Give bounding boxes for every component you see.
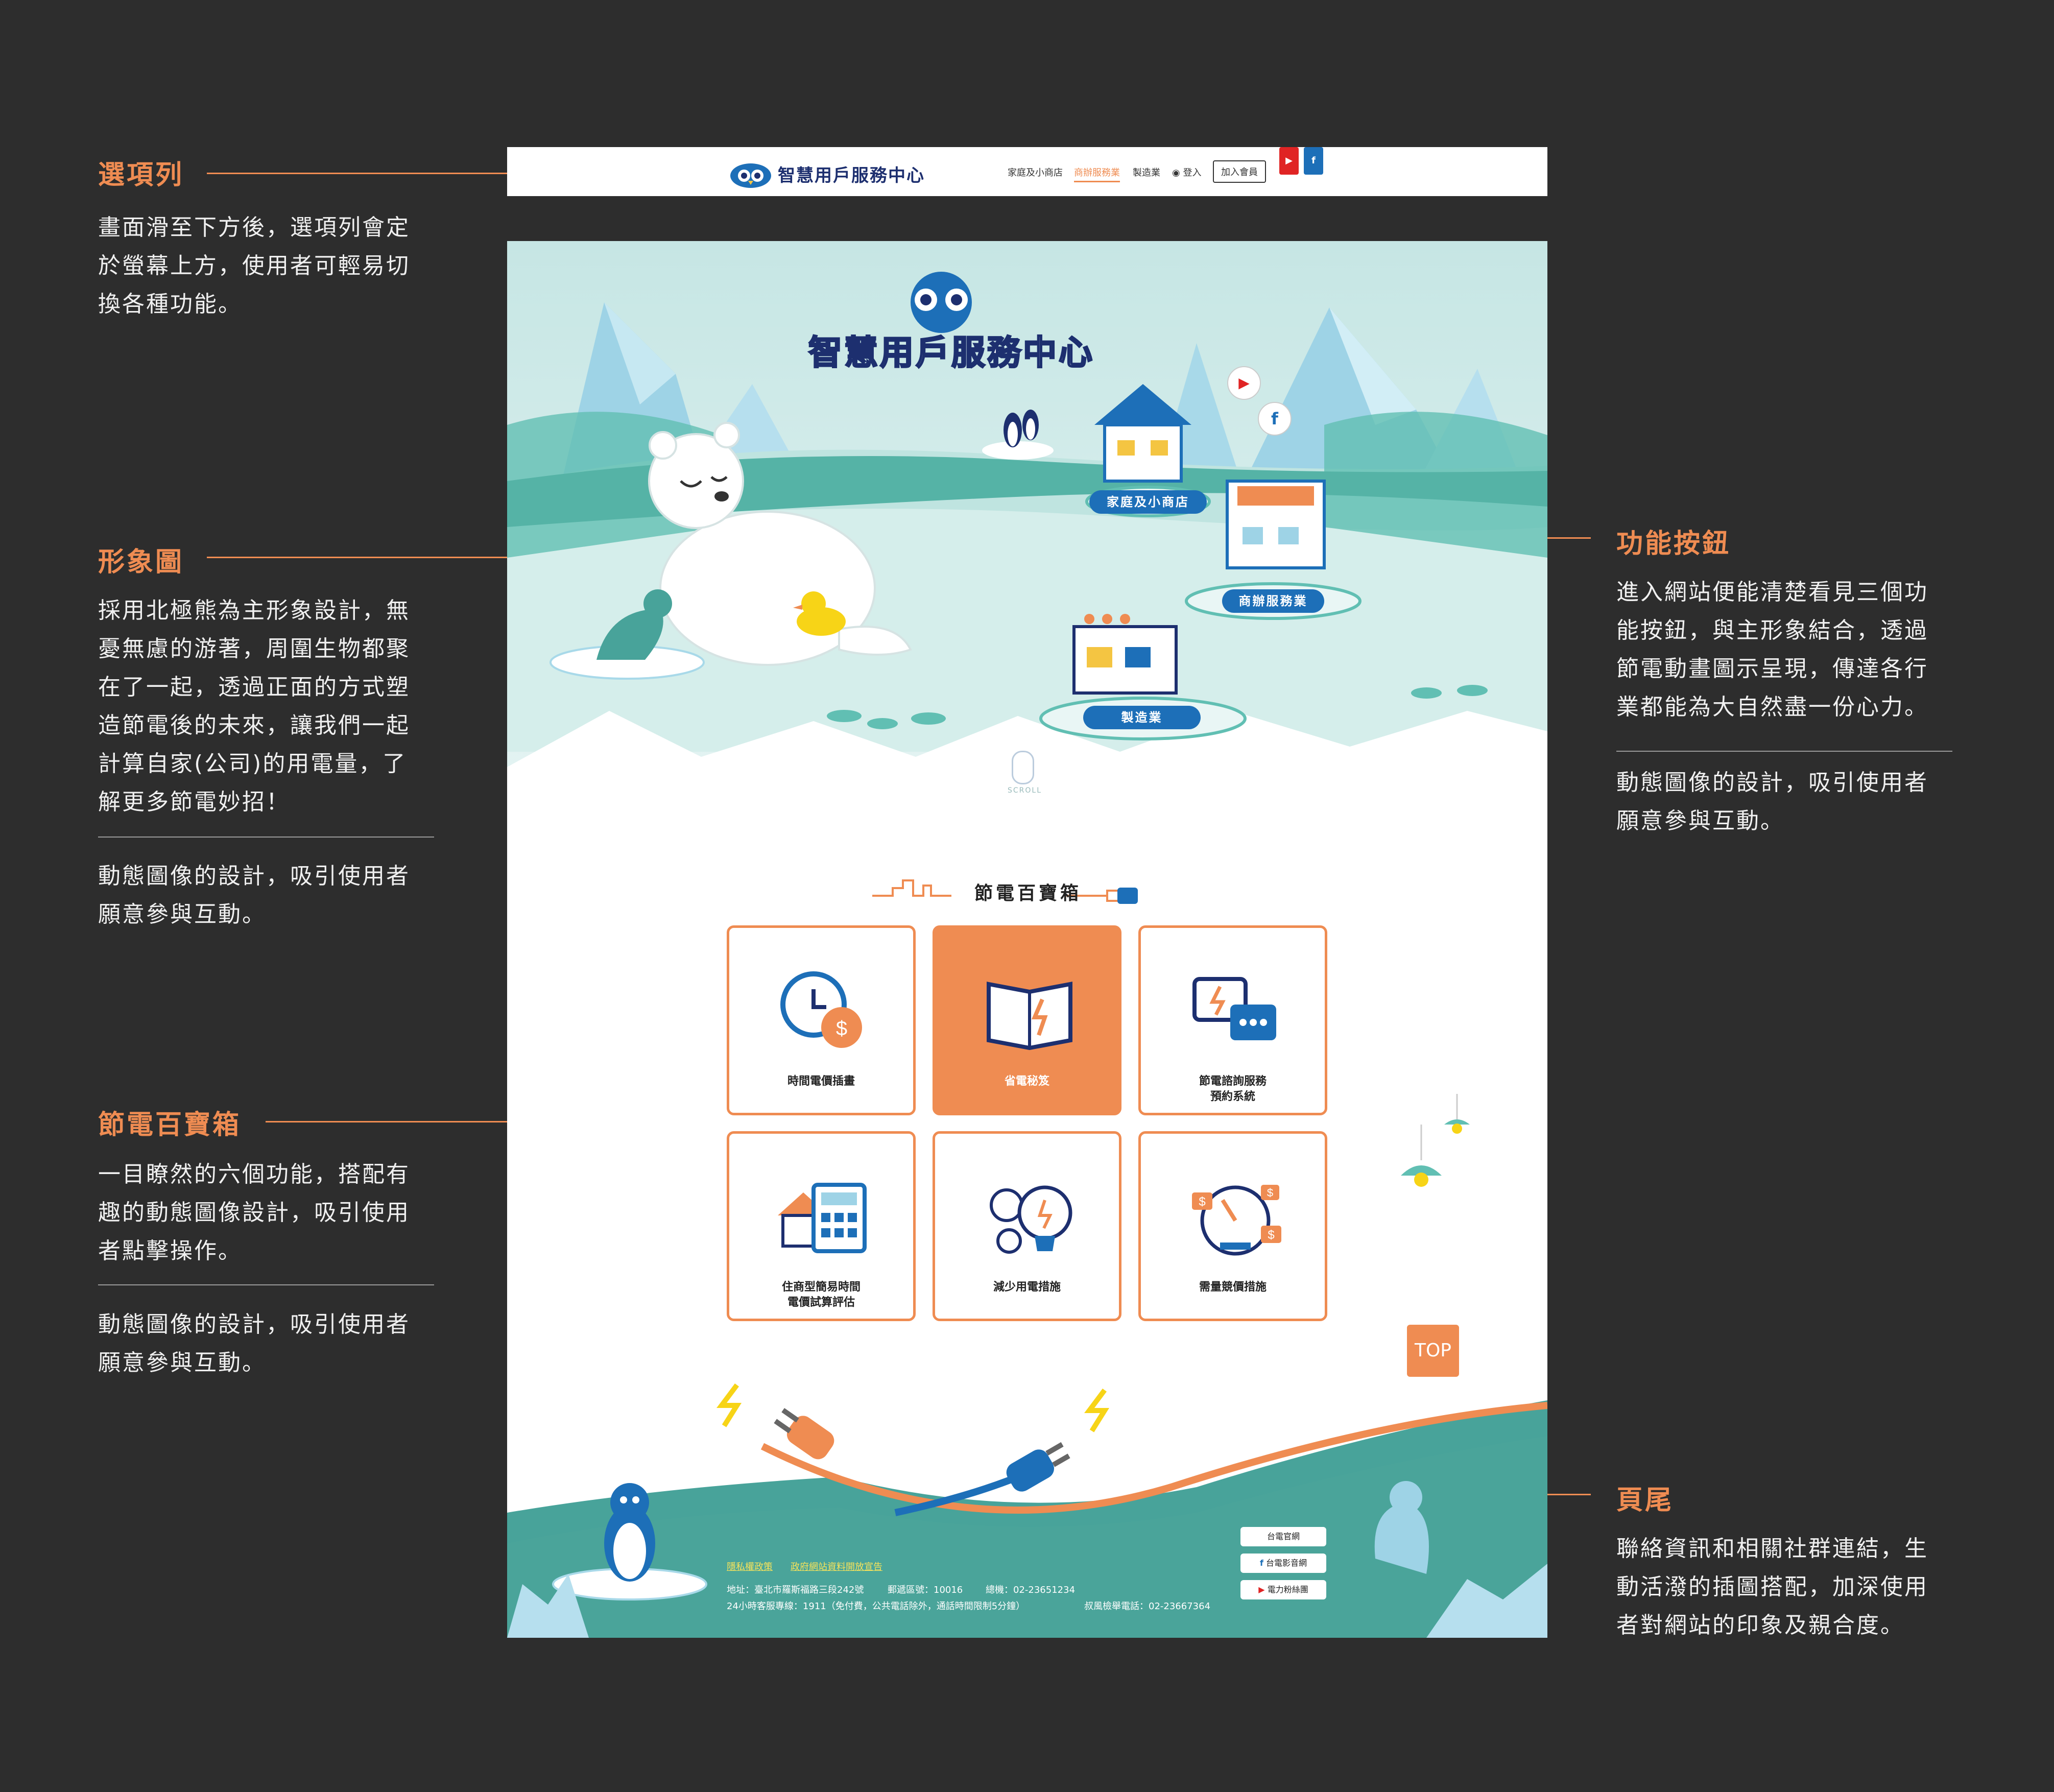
tool-card-saving-guide[interactable]: 省電秘笈 — [933, 925, 1121, 1115]
annotation-footer-title: 頁尾 — [1616, 1485, 1674, 1516]
annotation-nav-leader — [207, 173, 531, 174]
owl-logo[interactable] — [728, 160, 774, 191]
annotation-toolbox-note: 動態圖像的設計，吸引使用者 願意參與互動。 — [98, 1311, 410, 1376]
tool-label: 減少用電措施 — [993, 1281, 1061, 1294]
tool-label: 時間電價插畫 — [787, 1075, 855, 1088]
tool-label: 住商型簡易時間 電價試算評估 — [781, 1281, 861, 1309]
svg-text:$: $ — [1268, 1228, 1274, 1242]
footer-postal: 郵遞區號：10016 — [888, 1585, 963, 1595]
annotation-toolbox-separator — [98, 1284, 434, 1285]
nav-brand[interactable]: 智慧用戶服務中心 — [778, 161, 925, 186]
hero-button-office[interactable]: 商辦服務業 — [1222, 589, 1324, 613]
svg-text:$: $ — [1199, 1195, 1205, 1209]
svg-text:$: $ — [836, 1017, 847, 1040]
tool-card-demand-bidding[interactable]: $ $ $ 需量競價措施 — [1138, 1131, 1327, 1321]
annotation-hero-note: 動態圖像的設計，吸引使用者 願意參與互動。 — [98, 863, 410, 927]
nav-item-office[interactable]: 商辦服務業 — [1074, 165, 1120, 182]
light-bulbs-icon — [990, 1185, 1072, 1254]
annotation-hero-title: 形象圖 — [98, 547, 184, 578]
footer-address: 地址：臺北市羅斯福路三段242號 — [727, 1585, 864, 1595]
taipower-site-button[interactable]: 台電官網 — [1240, 1527, 1326, 1546]
hero-button-manufacturing[interactable]: 製造業 — [1083, 706, 1201, 729]
mouse-scroll-icon — [1012, 751, 1034, 784]
annotation-features-text: 進入網站便能清楚看見三個功 能按鈕，與主形象結合，透過 節電動畫圖示呈現，傳達各… — [1616, 579, 1928, 720]
tool-label: 省電秘笈 — [1004, 1075, 1049, 1088]
hero-youtube-icon[interactable]: ▶ — [1227, 366, 1261, 400]
tool-card-consulting[interactable]: 節電諮詢服務 預約系統 — [1138, 925, 1327, 1115]
annotation-toolbox-title: 節電百寶箱 — [98, 1110, 242, 1140]
annotation-toolbox-text: 一目瞭然的六個功能，搭配有 趣的動態圖像設計，吸引使用 者點擊操作。 — [98, 1161, 410, 1264]
toolbox-title: 節電百寶箱 — [974, 883, 1082, 904]
homepage-mockup: 智慧用戶服務中心 ▶ f 家庭及小商店 商辦服務業 製造業 SCROLL 節電百… — [507, 241, 1547, 1638]
tool-label: 需量競價措施 — [1199, 1281, 1267, 1294]
footer-phone: 總機：02-23651234 — [986, 1585, 1076, 1595]
taipower-video-button[interactable]: f 台電影音網 — [1240, 1554, 1326, 1573]
user-icon: ◉ — [1172, 168, 1180, 178]
hero-logo-title: 智慧用戶服務中心 — [808, 332, 1094, 373]
footer-service-line: 24小時客服專線：1911（免付費，公共電話除外，通話時間限制5分鐘） — [727, 1601, 1025, 1612]
alarm-clock-money-icon: $ — [780, 971, 862, 1048]
hero-button-home[interactable]: 家庭及小商店 — [1089, 490, 1207, 514]
tool-label: 節電諮詢服務 預約系統 — [1199, 1075, 1267, 1103]
annotation-nav-text: 畫面滑至下方後，選項列會定 於螢幕上方，使用者可輕易切 換各種功能。 — [98, 214, 410, 317]
gauge-dollar-icon: $ $ $ — [1192, 1185, 1281, 1256]
nav-item-home[interactable]: 家庭及小商店 — [1008, 165, 1063, 179]
scroll-hint: SCROLL — [1008, 786, 1042, 795]
sticky-nav-bar: 智慧用戶服務中心 家庭及小商店 商辦服務業 製造業 ◉ 登入 加入會員 ▶ f — [507, 147, 1547, 196]
nav-item-manufacturing[interactable]: 製造業 — [1133, 165, 1160, 179]
annotation-footer-text: 聯絡資訊和相關社群連結，生 動活潑的插圖搭配，加深使用 者對網站的印象及親合度。 — [1616, 1536, 1928, 1638]
footer-illustration — [507, 1383, 1547, 1638]
youtube-icon[interactable]: ▶ — [1279, 147, 1299, 175]
privacy-policy-link[interactable]: 隱私權政策 — [727, 1560, 773, 1573]
tool-card-reduce-usage[interactable]: 減少用電措施 — [933, 1131, 1121, 1321]
join-member-button[interactable]: 加入會員 — [1213, 160, 1266, 183]
nav-login[interactable]: ◉ 登入 — [1172, 165, 1201, 179]
facebook-icon: f — [1259, 1558, 1263, 1568]
tool-card-time-price[interactable]: $ 時間電價插畫 — [727, 925, 916, 1115]
youtube-icon: ▶ — [1258, 1585, 1265, 1594]
annotation-hero-text: 採用北極熊為主形象設計，無 憂無慮的游著，周圍生物都聚 在了一起，透過正面的方式… — [98, 598, 410, 815]
annotation-features-note: 動態圖像的設計，吸引使用者 願意參與互動。 — [1616, 770, 1928, 834]
annotation-hero-separator — [98, 837, 434, 838]
taipower-fanpage-button[interactable]: ▶ 電力粉絲團 — [1240, 1580, 1326, 1599]
svg-text:$: $ — [1267, 1186, 1273, 1199]
annotation-nav-title: 選項列 — [98, 160, 184, 190]
open-book-icon — [987, 982, 1072, 1050]
house-calculator-icon — [778, 1183, 867, 1253]
footer-fax: 叔風檢舉電話：02-23667364 — [1084, 1601, 1211, 1612]
tool-card-price-estimate[interactable]: 住商型簡易時間 電價試算評估 — [727, 1131, 916, 1321]
open-data-link[interactable]: 政府網站資料開放宣告 — [791, 1560, 882, 1573]
annotation-features-separator — [1616, 751, 1952, 752]
hanging-lamps-decor — [1401, 1094, 1470, 1187]
hero-facebook-icon[interactable]: f — [1258, 402, 1292, 436]
owl-logo-icon — [730, 163, 771, 188]
facebook-icon[interactable]: f — [1304, 147, 1323, 175]
chat-bubbles-icon — [1192, 977, 1276, 1040]
annotation-features-title: 功能按鈕 — [1616, 529, 1731, 559]
